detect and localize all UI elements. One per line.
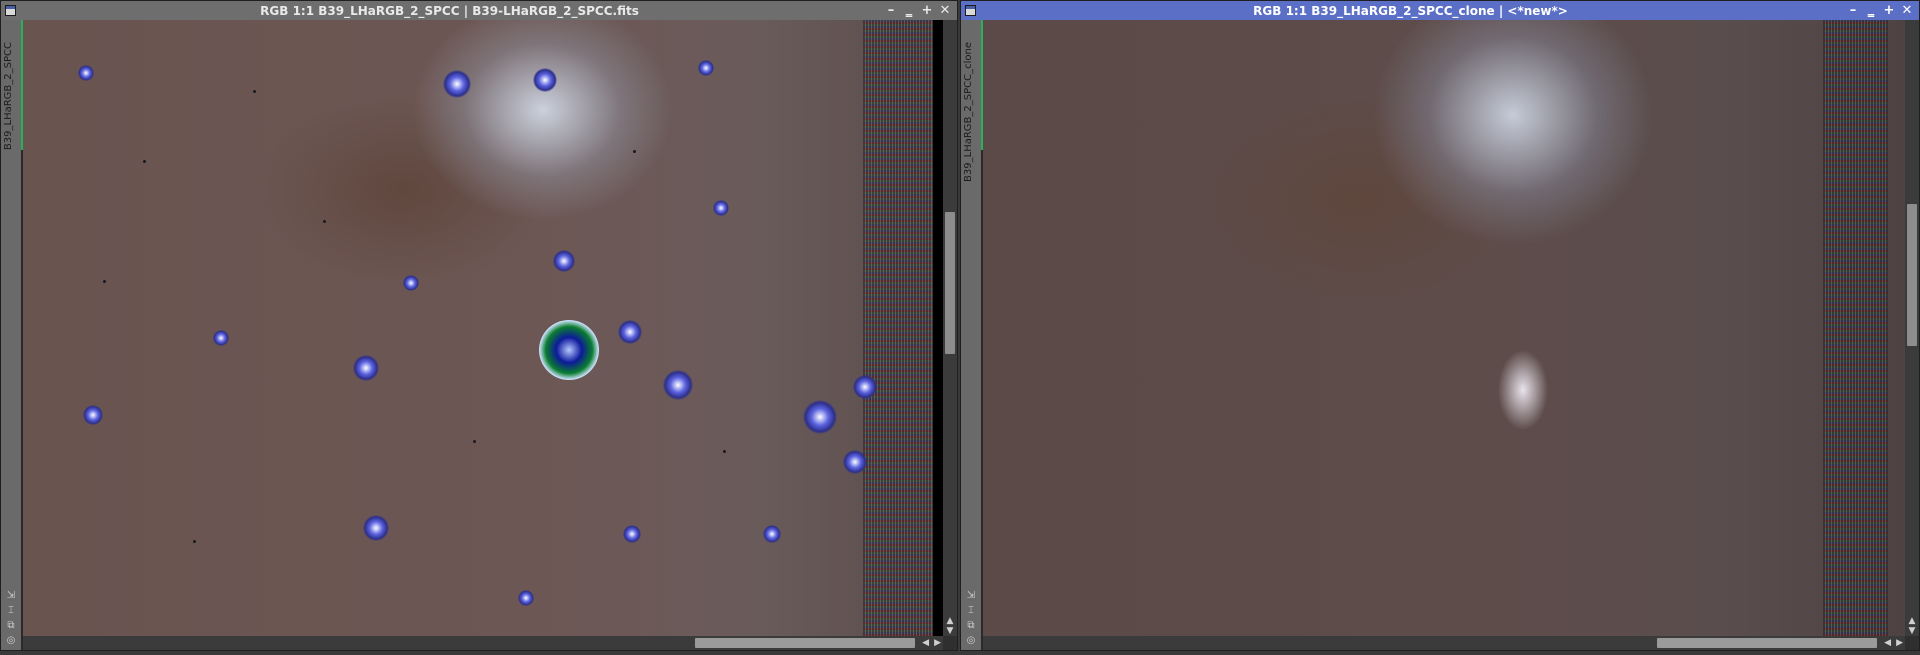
vertical-scrollbar[interactable]: ▲ ▼ [943, 20, 957, 636]
star [539, 320, 599, 380]
star [623, 525, 641, 543]
image-canvas[interactable] [23, 20, 943, 636]
close-button[interactable]: ✕ [937, 3, 953, 19]
horizontal-scrollbar[interactable]: ◀ ▶ [23, 636, 943, 650]
dark-speck [723, 450, 726, 453]
noisy-edge [863, 20, 933, 636]
star [78, 65, 94, 81]
star [843, 450, 867, 474]
dark-speck [473, 440, 476, 443]
view-side-tab[interactable]: B39_LHaRGB_2_SPCC_clone ⇲ ⌶ ⧉ ◎ [961, 20, 983, 650]
side-tab-label: B39_LHaRGB_2_SPCC_clone [963, 42, 974, 182]
image-window-clone[interactable]: RGB 1:1 B39_LHaRGB_2_SPCC_clone | <*new*… [960, 0, 1920, 651]
star [763, 525, 781, 543]
maximize-button[interactable]: + [1881, 3, 1897, 19]
image-canvas[interactable] [983, 20, 1905, 636]
vertical-scrollbar[interactable]: ▲ ▼ [1905, 20, 1919, 636]
scroll-thumb[interactable] [1657, 638, 1877, 648]
view-side-tab[interactable]: B39_LHaRGB_2_SPCC ⇲ ⌶ ⧉ ◎ [1, 20, 23, 650]
star [403, 275, 419, 291]
shade-button[interactable]: ‗ [901, 3, 917, 19]
noisy-edge [1823, 20, 1888, 636]
scroll-down-icon[interactable]: ▼ [1905, 626, 1919, 636]
zoom-icon[interactable]: ⇲ [967, 590, 975, 601]
scroll-down-icon[interactable]: ▼ [943, 626, 957, 636]
star [553, 250, 575, 272]
star [353, 355, 379, 381]
scroll-corner [943, 636, 957, 650]
dark-speck [253, 90, 256, 93]
window-menu-icon[interactable] [965, 5, 976, 16]
scroll-left-icon[interactable]: ◀ [1884, 636, 1891, 650]
window-title: RGB 1:1 B39_LHaRGB_2_SPCC_clone | <*new*… [1253, 3, 1568, 18]
scroll-thumb[interactable] [945, 212, 955, 354]
dark-speck [143, 160, 146, 163]
titlebar[interactable]: RGB 1:1 B39_LHaRGB_2_SPCC_clone | <*new*… [961, 1, 1919, 20]
star [663, 370, 693, 400]
star [853, 375, 877, 399]
dark-speck [323, 220, 326, 223]
shadow-icon[interactable]: ⧉ [7, 620, 14, 631]
window-title: RGB 1:1 B39_LHaRGB_2_SPCC | B39-LHaRGB_2… [260, 3, 639, 18]
maximize-button[interactable]: + [919, 3, 935, 19]
scroll-right-icon[interactable]: ▶ [1896, 636, 1903, 650]
scroll-up-icon[interactable]: ▲ [943, 616, 957, 626]
shade-button[interactable]: ‗ [1863, 3, 1879, 19]
scroll-thumb[interactable] [695, 638, 915, 648]
zoom-icon[interactable]: ⇲ [7, 590, 15, 601]
star [618, 320, 642, 344]
star [533, 68, 557, 92]
scroll-right-icon[interactable]: ▶ [934, 636, 941, 650]
fit-icon[interactable]: ⌶ [8, 605, 14, 616]
settings-icon[interactable]: ◎ [967, 635, 976, 646]
scroll-corner [1905, 636, 1919, 650]
minimize-button[interactable]: – [1845, 3, 1861, 19]
scroll-up-icon[interactable]: ▲ [1905, 616, 1919, 626]
shadow-icon[interactable]: ⧉ [967, 620, 974, 631]
star [443, 70, 471, 98]
dark-speck [633, 150, 636, 153]
minimize-button[interactable]: – [883, 3, 899, 19]
star [698, 60, 714, 76]
scroll-left-icon[interactable]: ◀ [922, 636, 929, 650]
star [83, 405, 103, 425]
side-tab-label: B39_LHaRGB_2_SPCC [3, 42, 14, 151]
titlebar[interactable]: RGB 1:1 B39_LHaRGB_2_SPCC | B39-LHaRGB_2… [1, 1, 957, 20]
star [363, 515, 389, 541]
star [213, 330, 229, 346]
dark-speck [103, 280, 106, 283]
image-window-original[interactable]: RGB 1:1 B39_LHaRGB_2_SPCC | B39-LHaRGB_2… [0, 0, 958, 651]
star [518, 590, 534, 606]
dark-speck [193, 540, 196, 543]
settings-icon[interactable]: ◎ [7, 635, 16, 646]
close-button[interactable]: ✕ [1899, 3, 1915, 19]
window-menu-icon[interactable] [5, 5, 16, 16]
star [803, 400, 837, 434]
star [713, 200, 729, 216]
horizontal-scrollbar[interactable]: ◀ ▶ [983, 636, 1905, 650]
black-border [933, 20, 943, 636]
fit-icon[interactable]: ⌶ [968, 605, 974, 616]
scroll-thumb[interactable] [1907, 204, 1917, 346]
